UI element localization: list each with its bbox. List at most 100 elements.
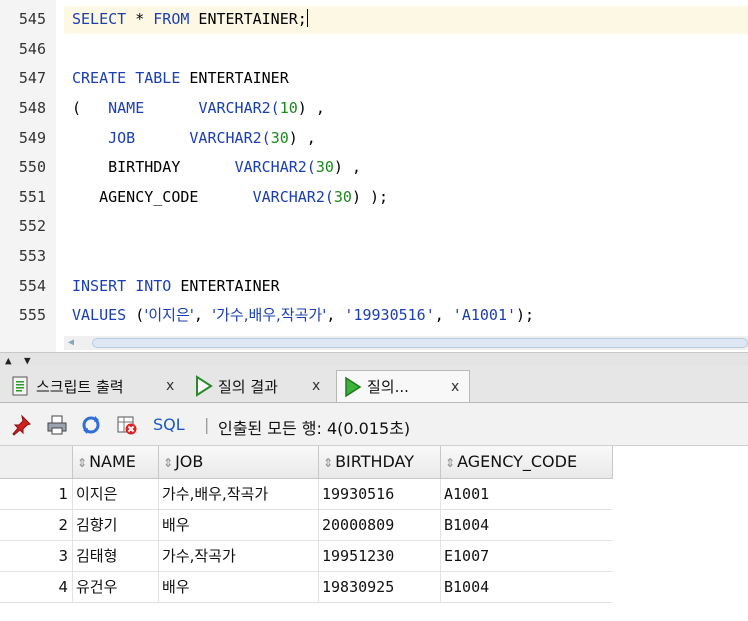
fold-strip <box>56 0 64 352</box>
cell-agency-code[interactable]: E1007 <box>440 541 612 572</box>
cell-name[interactable]: 유건우 <box>72 572 158 603</box>
line-number-gutter: 545 546 547 548 549 550 551 552 553 554 … <box>0 0 57 352</box>
column-name: BIRTHDAY <box>108 158 181 176</box>
line-number: 545 <box>18 10 46 28</box>
line-number: 554 <box>18 277 46 295</box>
data-type: VARCHAR2( <box>252 188 334 206</box>
string-literal: '19930516' <box>344 306 435 324</box>
pin-icon[interactable] <box>10 414 32 436</box>
column-header-label: JOB <box>175 452 204 471</box>
code-text: ) , <box>333 158 361 176</box>
sql-keyword: INSERT <box>72 277 127 295</box>
results-toolbar: SQL | 인출된 모든 행: 4(0.015초) <box>0 403 748 446</box>
code-line-555[interactable]: VALUES ('이지은', '가수,배우,작곡가', '19930516', … <box>72 305 534 325</box>
pane-splitter[interactable]: ▲ ▼ <box>0 352 748 367</box>
code-line-550[interactable]: BIRTHDAY VARCHAR2(30) , <box>72 157 361 177</box>
sql-keyword: SELECT <box>72 10 127 28</box>
sql-keyword: TABLE <box>135 69 181 87</box>
cell-agency-code[interactable]: B1004 <box>440 510 612 541</box>
string-literal: '가수,배우,작곡가' <box>211 306 327 324</box>
code-text: , <box>434 306 453 324</box>
code-line-545[interactable]: SELECT * FROM ENTERTAINER; <box>72 9 308 29</box>
code-text: , <box>193 306 212 324</box>
sql-button[interactable]: SQL <box>153 415 185 434</box>
column-name: JOB <box>108 129 136 147</box>
code-line-551[interactable]: AGENCY_CODE VARCHAR2(30) ); <box>72 187 388 207</box>
close-tab-icon[interactable]: x <box>312 378 320 394</box>
cell-birthday[interactable]: 19930516 <box>318 479 440 510</box>
cell-agency-code[interactable]: B1004 <box>440 572 612 603</box>
line-number: 550 <box>18 158 46 176</box>
code-text: , <box>326 306 345 324</box>
tab-query-result[interactable]: 질의 결과 x <box>188 370 334 402</box>
code-line-547[interactable]: CREATE TABLE ENTERTAINER <box>72 68 289 88</box>
cell-job[interactable]: 가수,작곡가 <box>158 541 318 572</box>
cell-agency-code[interactable]: A1001 <box>440 479 612 510</box>
cell-name[interactable]: 이지은 <box>72 479 158 510</box>
horizontal-scrollbar[interactable]: ◀ <box>64 336 748 350</box>
results-grid[interactable]: ⇕ NAME ⇕ JOB ⇕ BIRTHDAY ⇕ AGENCY_CODE 1 이지은 … <box>0 446 748 621</box>
code-text: ); <box>516 306 535 324</box>
column-header-job[interactable]: ⇕ JOB <box>158 446 318 478</box>
scrollbar-thumb[interactable] <box>92 338 748 348</box>
sort-icon: ⇕ <box>445 456 456 470</box>
line-number: 555 <box>18 306 46 324</box>
code-text: ENTERTAINER <box>171 277 280 295</box>
code-text: * <box>126 10 154 28</box>
script-output-icon <box>12 376 28 396</box>
sql-keyword: CREATE <box>72 69 127 87</box>
cell-name[interactable]: 김향기 <box>72 510 158 541</box>
code-line-548[interactable]: ( NAME VARCHAR2(10) , <box>72 98 325 118</box>
code-text: ) , <box>288 129 316 147</box>
column-header-agency-code[interactable]: ⇕ AGENCY_CODE <box>440 446 612 478</box>
tab-script-output[interactable]: 스크립트 출력 x <box>4 370 188 402</box>
table-row[interactable]: 4 유건우 배우 19830925 B1004 <box>0 572 612 603</box>
line-number: 549 <box>18 129 46 147</box>
code-text: ENTERTAINER <box>180 69 289 87</box>
code-line-554[interactable]: INSERT INTO ENTERTAINER <box>72 276 280 296</box>
sql-keyword: VALUES <box>72 306 127 324</box>
scroll-left-arrow-icon[interactable]: ◀ <box>68 337 74 348</box>
string-literal: 'A1001' <box>452 306 517 324</box>
sql-keyword: FROM <box>153 10 190 28</box>
type-length: 30 <box>333 188 352 206</box>
table-row[interactable]: 3 김태형 가수,작곡가 19951230 E1007 <box>0 541 612 572</box>
row-number: 3 <box>0 541 72 572</box>
line-number: 553 <box>18 247 46 265</box>
tab-label: 스크립트 출력 <box>36 377 124 396</box>
column-header-label: AGENCY_CODE <box>457 452 578 471</box>
run-query-icon <box>196 375 213 397</box>
column-header-birthday[interactable]: ⇕ BIRTHDAY <box>318 446 440 478</box>
grid-header: ⇕ NAME ⇕ JOB ⇕ BIRTHDAY ⇕ AGENCY_CODE <box>0 446 613 479</box>
close-tab-icon[interactable]: x <box>166 378 174 394</box>
tab-label: 질의 결과 <box>218 377 278 396</box>
table-row[interactable]: 1 이지은 가수,배우,작곡가 19930516 A1001 <box>0 479 612 510</box>
sql-editor[interactable]: 545 546 547 548 549 550 551 552 553 554 … <box>0 0 748 352</box>
refresh-icon[interactable] <box>80 414 102 436</box>
tab-label: 질의... <box>367 378 409 396</box>
cell-birthday[interactable]: 20000809 <box>318 510 440 541</box>
cancel-query-icon[interactable] <box>116 414 138 436</box>
code-text: ( <box>72 99 82 117</box>
line-number: 546 <box>18 40 46 58</box>
fetch-status-text: 인출된 모든 행: 4(0.015초) <box>218 419 411 438</box>
code-text: ENTERTAINER; <box>189 10 307 28</box>
code-line-549[interactable]: JOB VARCHAR2(30) , <box>72 128 316 148</box>
cell-job[interactable]: 배우 <box>158 572 318 603</box>
cell-birthday[interactable]: 19951230 <box>318 541 440 572</box>
column-name: NAME <box>108 99 145 117</box>
cell-name[interactable]: 김태형 <box>72 541 158 572</box>
tab-query-active[interactable]: 질의... x <box>336 370 470 402</box>
sql-keyword: INTO <box>135 277 172 295</box>
run-query-icon <box>345 376 362 397</box>
table-row[interactable]: 2 김향기 배우 20000809 B1004 <box>0 510 612 541</box>
cell-birthday[interactable]: 19830925 <box>318 572 440 603</box>
cell-job[interactable]: 가수,배우,작곡가 <box>158 479 318 510</box>
close-tab-icon[interactable]: x <box>451 379 459 395</box>
print-icon[interactable] <box>46 414 68 436</box>
column-header-name[interactable]: ⇕ NAME <box>72 446 158 478</box>
cell-job[interactable]: 배우 <box>158 510 318 541</box>
sort-icon: ⇕ <box>163 456 174 470</box>
text-caret <box>306 9 308 27</box>
code-text: ) , <box>297 99 325 117</box>
